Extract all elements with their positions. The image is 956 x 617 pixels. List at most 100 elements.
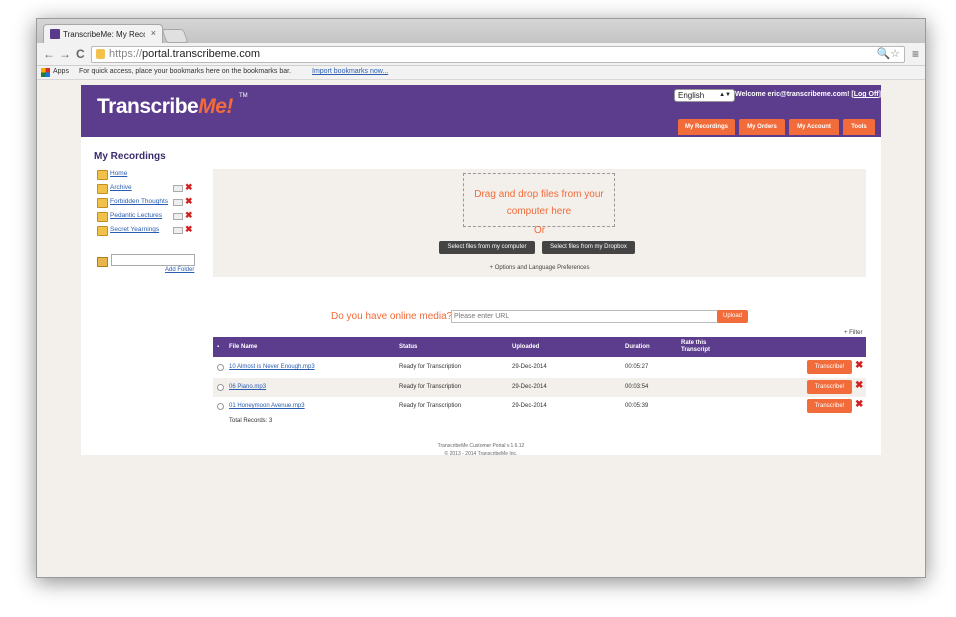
table-row: 01 Honeymoon Avenue.mp3 Ready for Transc…: [213, 397, 866, 416]
row-checkbox[interactable]: [217, 403, 224, 410]
row-uploaded: 29-Dec-2014: [512, 384, 547, 390]
page-footer: TranscribeMe Customer Portal v.1.6.12 © …: [81, 442, 881, 458]
folder-icon: [97, 198, 108, 208]
delete-icon[interactable]: ✖: [855, 360, 863, 371]
column-uploaded[interactable]: Uploaded: [512, 337, 539, 357]
total-records: Total Records: 3: [229, 418, 273, 424]
column-rate: Rate this Transcript: [681, 340, 711, 353]
lock-icon: [96, 49, 105, 59]
delete-folder-icon[interactable]: ✖: [185, 182, 193, 193]
url-scheme: https://: [109, 48, 143, 60]
rename-folder-icon[interactable]: [173, 213, 183, 220]
logoff-link[interactable]: Log Off: [854, 91, 879, 98]
folder-forbidden-thoughts[interactable]: Forbidden Thoughts ✖: [97, 196, 207, 208]
row-duration: 00:05:27: [625, 364, 649, 370]
nav-my-orders[interactable]: My Orders: [739, 119, 785, 135]
bookmarks-hint: For quick access, place your bookmarks h…: [79, 68, 292, 75]
welcome-text: Welcome eric@transcribeme.com! [Log Off]: [735, 91, 881, 98]
column-file-name[interactable]: File Name: [229, 337, 257, 357]
site-header: TranscribeMe! TM English ▲▼ Welcome eric@…: [81, 85, 881, 137]
folder-pedantic-lectures[interactable]: Pedantic Lectures ✖: [97, 210, 207, 222]
folder-icon: [97, 226, 108, 236]
footer-copyright: © 2013 - 2014 TranscribeMe Inc.: [444, 451, 518, 457]
delete-icon[interactable]: ✖: [855, 380, 863, 391]
row-checkbox[interactable]: [217, 364, 224, 371]
delete-folder-icon[interactable]: ✖: [185, 210, 193, 221]
trademark: TM: [239, 93, 248, 99]
file-link[interactable]: 10 Almost is Never Enough.mp3: [229, 364, 315, 370]
url-input[interactable]: Please enter URL: [451, 310, 719, 323]
row-duration: 00:05:39: [625, 403, 649, 409]
favicon-icon: [50, 29, 60, 39]
browser-toolbar: ← → C https://portal.transcribeme.com 🔍☆…: [37, 43, 925, 66]
nav-my-account[interactable]: My Account: [789, 119, 839, 135]
or-separator: Or: [533, 225, 546, 236]
apps-label[interactable]: Apps: [53, 68, 69, 75]
delete-icon[interactable]: ✖: [855, 399, 863, 410]
add-folder-link[interactable]: Add Folder: [165, 267, 194, 273]
rename-folder-icon[interactable]: [173, 185, 183, 192]
tab-title: TranscribeMe: My Recordi: [63, 30, 145, 39]
table-row: 10 Almost is Never Enough.mp3 Ready for …: [213, 358, 866, 377]
select-from-dropbox-button[interactable]: Select files from my Dropbox: [542, 241, 635, 254]
sidebar-title: My Recordings: [94, 151, 166, 162]
address-bar[interactable]: https://portal.transcribeme.com 🔍☆: [91, 46, 905, 63]
rename-folder-icon[interactable]: [173, 227, 183, 234]
online-media-label: Do you have online media?: [331, 311, 453, 322]
new-folder-input[interactable]: [111, 254, 195, 266]
row-duration: 00:03:54: [625, 384, 649, 390]
forward-arrow-icon[interactable]: →: [59, 47, 71, 61]
folder-icon: [97, 170, 108, 180]
folder-icon: [97, 212, 108, 222]
upload-button[interactable]: Upload: [717, 310, 748, 323]
browser-tab[interactable]: TranscribeMe: My Recordi ×: [43, 24, 163, 44]
back-arrow-icon[interactable]: ←: [43, 47, 55, 61]
rename-folder-icon[interactable]: [173, 199, 183, 206]
folder-secret-yearnings[interactable]: Secret Yearnings ✖: [97, 224, 207, 236]
file-link[interactable]: 06 Piano.mp3: [229, 384, 266, 390]
apps-icon[interactable]: [41, 68, 50, 77]
menu-icon[interactable]: ≡: [912, 47, 919, 61]
tab-bar: TranscribeMe: My Recordi ×: [37, 19, 925, 44]
search-star-icon[interactable]: 🔍☆: [876, 47, 900, 60]
filter-link[interactable]: + Filter: [844, 330, 863, 336]
nav-my-recordings[interactable]: My Recordings: [678, 119, 735, 135]
file-link[interactable]: 01 Honeymoon Avenue.mp3: [229, 403, 305, 409]
delete-folder-icon[interactable]: ✖: [185, 224, 193, 235]
close-icon[interactable]: ×: [151, 28, 156, 38]
row-status: Ready for Transcription: [399, 364, 462, 370]
nav-tools[interactable]: Tools: [843, 119, 875, 135]
table-row: 06 Piano.mp3 Ready for Transcription 29-…: [213, 378, 866, 397]
row-uploaded: 29-Dec-2014: [512, 403, 547, 409]
transcribeme-logo[interactable]: TranscribeMe!: [97, 95, 233, 119]
column-duration[interactable]: Duration: [625, 337, 650, 357]
row-status: Ready for Transcription: [399, 384, 462, 390]
transcribe-button[interactable]: Transcribe!: [807, 399, 852, 413]
row-uploaded: 29-Dec-2014: [512, 364, 547, 370]
language-select[interactable]: English ▲▼: [674, 89, 735, 102]
upload-area: Drag and drop files from your computer h…: [213, 169, 866, 277]
reload-icon[interactable]: C: [76, 47, 85, 61]
browser-window: TranscribeMe: My Recordi × ← → C https:/…: [36, 18, 926, 578]
bookmarks-bar: Apps For quick access, place your bookma…: [37, 66, 925, 80]
row-status: Ready for Transcription: [399, 403, 462, 409]
recordings-table-header: ▪ File Name Status Uploaded Duration Rat…: [213, 337, 866, 357]
transcribe-button[interactable]: Transcribe!: [807, 360, 852, 374]
folder-archive[interactable]: Archive ✖: [97, 182, 207, 194]
transcribe-button[interactable]: Transcribe!: [807, 380, 852, 394]
delete-folder-icon[interactable]: ✖: [185, 196, 193, 207]
import-bookmarks-link[interactable]: Import bookmarks now...: [312, 68, 388, 75]
dropzone[interactable]: Drag and drop files from your computer h…: [463, 173, 615, 227]
select-from-computer-button[interactable]: Select files from my computer: [439, 241, 535, 254]
row-checkbox[interactable]: [217, 384, 224, 391]
dropzone-text: Drag and drop files from your computer h…: [474, 189, 604, 217]
url-domain: portal.transcribeme.com: [142, 48, 261, 60]
column-status[interactable]: Status: [399, 337, 417, 357]
portal-page: TranscribeMe! TM English ▲▼ Welcome eric@…: [81, 85, 881, 458]
options-link[interactable]: + Options and Language Preferences: [213, 265, 866, 271]
new-tab-button[interactable]: [161, 29, 189, 43]
select-all-checkbox[interactable]: ▪: [217, 337, 219, 357]
folder-home[interactable]: Home: [97, 169, 207, 180]
folder-icon: [97, 184, 108, 194]
new-folder-icon: [97, 257, 108, 267]
